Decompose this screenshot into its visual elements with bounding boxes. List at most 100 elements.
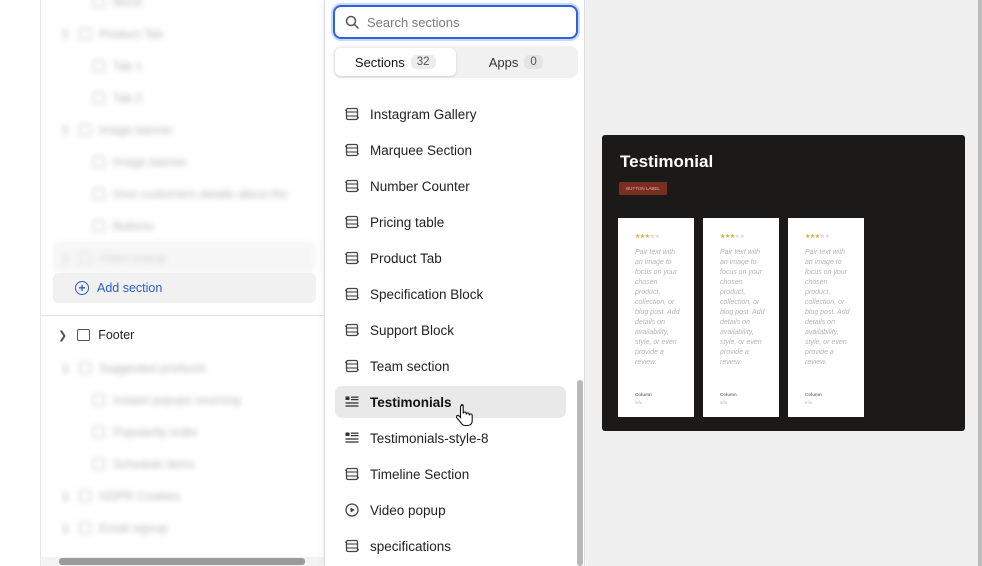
section-item-label: specifications [370,538,452,554]
chevron-right-icon[interactable]: ❯ [61,29,71,40]
tree-item-label: Popularity order [113,425,198,439]
hand-pointer-cursor-icon [456,404,473,427]
section-item-instagram-gallery[interactable]: Instagram Gallery [335,98,566,130]
search-input[interactable] [367,14,567,30]
tree-item[interactable]: Instant popups sourcing [93,385,240,415]
testimonial-text: Pair text with an image to focus on your… [805,249,850,366]
block-icon [79,522,91,534]
section-item-specification-block[interactable]: Specification Block [335,278,566,310]
section-item-label: Number Counter [370,178,470,194]
testimonial-card: ★★★★★ Pair text with an image to focus on… [788,218,864,417]
tree-item-label: Image banner [113,155,188,169]
tree-item-label: Block [113,0,143,9]
section-item-label: Specification Block [370,286,484,302]
block-icon [79,124,91,136]
section-item-team-section[interactable]: Team section [335,350,566,382]
horizontal-scrollbar-thumb[interactable] [59,558,305,565]
section-preview: Testimonial BUTTON LABEL ★★★★★ Pair text … [602,135,965,431]
tab-apps[interactable]: Apps 0 [456,48,577,76]
tree-item[interactable]: ❯ Image banner [61,115,173,145]
quote-list-icon [345,432,359,443]
section-item-marquee-section[interactable]: Marquee Section [335,134,566,166]
tree-item-footer[interactable]: ❯ Footer [58,321,134,349]
block-icon [93,92,105,104]
tree-item[interactable]: Block [93,0,142,17]
section-item-timeline-section[interactable]: Timeline Section [335,458,566,490]
section-item-number-counter[interactable]: Number Counter [335,170,566,202]
tree-item[interactable]: ❯ Email signup [61,513,168,543]
tree-item[interactable]: Give customers details about the [93,179,288,209]
section-grid-icon [345,179,359,193]
section-grid-icon [345,107,359,121]
tree-divider [41,315,324,316]
tree-item[interactable]: Buttons [93,211,154,241]
section-item-testimonials[interactable]: Testimonials [335,386,566,418]
add-section-label: Add section [97,281,163,295]
chevron-right-icon[interactable]: ❯ [61,491,71,502]
chevron-right-icon[interactable]: ❯ [61,125,71,136]
tree-item[interactable]: Tab 1 [93,51,142,81]
testimonial-author-info: info [805,400,813,405]
tree-item[interactable]: ❯ GDPR Cookies [61,481,180,511]
section-item-testimonials-style-8[interactable]: Testimonials-style-8 [335,422,566,454]
tree-item-label: Product Tab [99,27,163,41]
section-item-support-block[interactable]: Support Block [335,314,566,346]
star-rating: ★★★★★ [720,234,745,240]
section-item-label: Pricing table [370,214,445,230]
block-icon [93,426,105,438]
section-grid-icon [345,251,359,265]
section-item-label: Support Block [370,322,455,338]
testimonial-author: Column [805,392,822,397]
tab-apps-count: 0 [524,55,543,69]
testimonial-author: Column [635,392,652,397]
horizontal-scrollbar[interactable] [41,557,324,566]
tree-item-label: Instant popups sourcing [113,393,241,407]
chevron-right-icon[interactable]: ❯ [58,329,67,342]
testimonial-author-info: info [720,400,728,405]
chevron-right-icon[interactable]: ❯ [61,523,71,534]
section-grid-icon [345,323,359,337]
star-rating: ★★★★★ [635,234,660,240]
tree-item[interactable]: Image banner [93,147,187,177]
play-circle-icon [345,503,359,517]
tree-item-label: Give customers details about the [113,187,288,201]
section-item-specifications[interactable]: specifications [335,530,566,562]
section-item-label: Video popup [370,502,446,518]
search-icon [345,15,359,29]
testimonial-author-info: info [635,400,643,405]
tab-sections[interactable]: Sections 32 [335,48,456,76]
section-tree-panel: Block ❯ Product Tab Tab 1 Tab 2 ❯ Image banner… [41,0,324,566]
section-item-label: Marquee Section [370,142,473,158]
section-item-product-tab[interactable]: Product Tab [335,242,566,274]
block-icon [93,458,105,470]
star-rating: ★★★★★ [805,234,830,240]
vertical-scrollbar-thumb[interactable] [577,380,583,566]
plus-circle-icon: + [75,281,89,295]
tree-item-label: Buttons [113,219,154,233]
tree-item[interactable]: Popularity order [93,417,198,447]
section-item-label: Team section [370,358,450,374]
block-icon [79,490,91,502]
block-icon [93,220,105,232]
section-item-video-popup[interactable]: Video popup [335,494,566,526]
tree-item[interactable]: ❯ Product Tab [61,19,163,49]
section-item-pricing-table[interactable]: Pricing table [335,206,566,238]
tree-item-label: GDPR Cookies [99,489,181,503]
tree-item[interactable]: ❯ Suggested products [61,353,206,383]
block-icon [93,188,105,200]
tree-item[interactable]: Schedule items [93,449,195,479]
section-item-label: Instagram Gallery [370,106,477,122]
section-grid-icon [345,215,359,229]
tree-item[interactable]: Tab 2 [93,83,142,113]
footer-layout-icon [77,329,91,341]
tab-apps-label: Apps [488,54,519,70]
tree-item-label: Suggested products [99,361,206,375]
search-field[interactable] [333,5,578,39]
tab-sections-count: 32 [410,55,436,69]
tree-item-video-popup-highlight[interactable] [53,241,316,273]
preview-title: Testimonial [620,152,714,171]
testimonial-card: ★★★★★ Pair text with an image to focus on… [703,218,779,417]
add-section-button[interactable]: + Add section [53,273,316,303]
chevron-right-icon[interactable]: ❯ [61,363,71,374]
window-edge [978,0,982,566]
